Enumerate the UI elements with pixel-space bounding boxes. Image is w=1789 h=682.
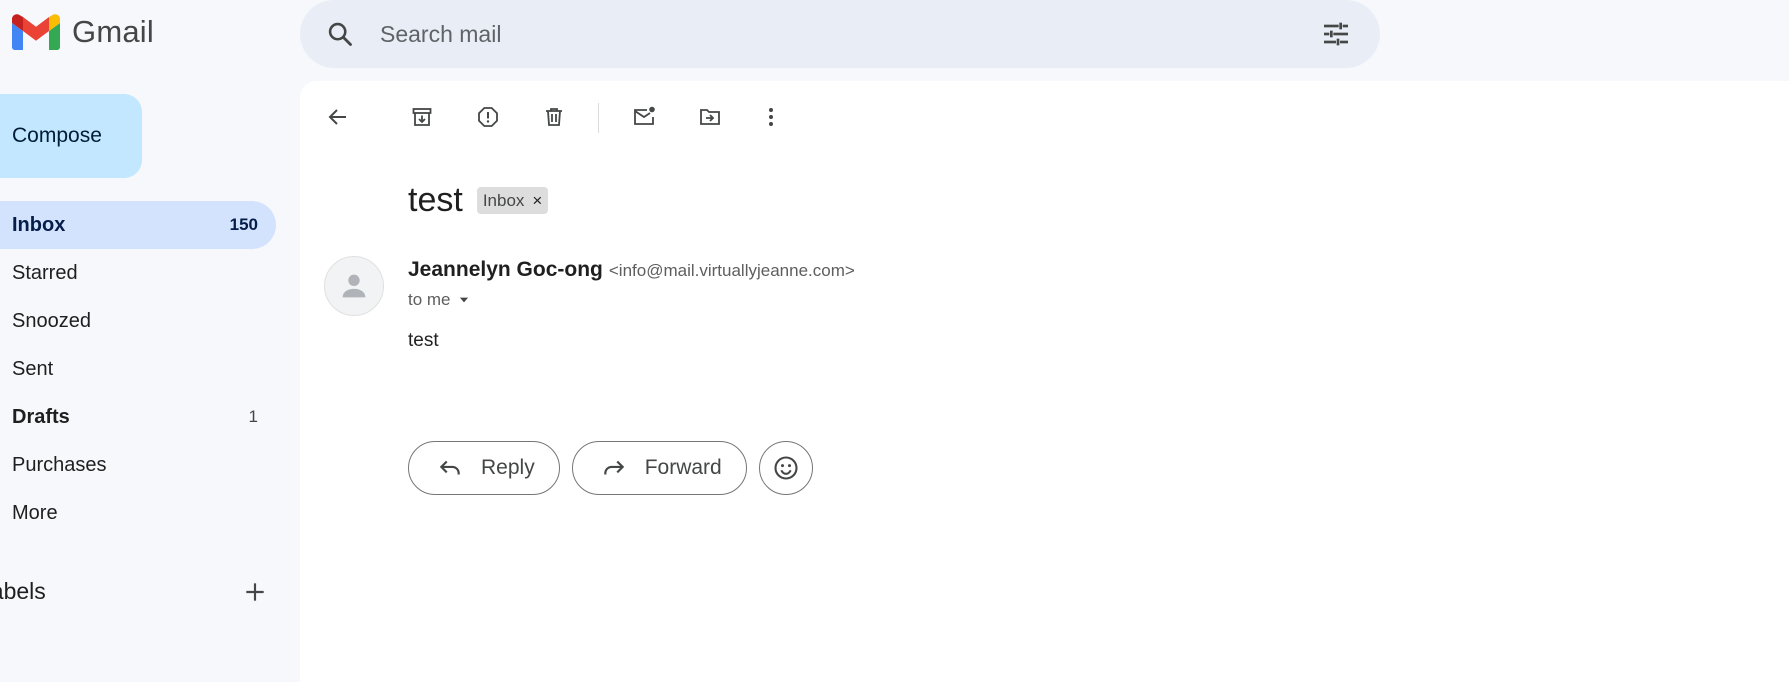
message-toolbar	[300, 81, 1789, 153]
sidebar-item-drafts[interactable]: Drafts 1	[0, 393, 276, 441]
archive-icon	[412, 108, 432, 126]
reply-label: Reply	[481, 456, 535, 479]
subject-row: test Inbox ×	[408, 181, 549, 220]
archive-button[interactable]	[402, 97, 442, 137]
person-icon	[342, 274, 366, 298]
report-spam-button[interactable]	[468, 97, 508, 137]
search-options-icon[interactable]	[1320, 18, 1352, 50]
message-body: test	[408, 330, 439, 351]
search-icon[interactable]	[326, 20, 354, 48]
sidebar-item-snoozed[interactable]: Snoozed	[0, 297, 276, 345]
delete-button[interactable]	[534, 97, 574, 137]
message-actions: Reply Forward	[408, 441, 813, 495]
recipient-details-toggle[interactable]: to me	[408, 290, 471, 310]
move-to-button[interactable]	[690, 97, 730, 137]
compose-button[interactable]: Compose	[0, 94, 142, 178]
message-panel: test Inbox × Jeannelyn Goc-ong <info@mai…	[300, 81, 1789, 682]
emoji-reaction-button[interactable]	[758, 441, 813, 495]
label-chip-inbox[interactable]: Inbox ×	[476, 187, 549, 214]
delete-icon	[546, 108, 562, 126]
sidebar-item-sent[interactable]: Sent	[0, 345, 276, 393]
reply-button[interactable]: Reply	[408, 441, 560, 495]
more-vert-icon	[769, 108, 773, 126]
sidebar-item-purchases[interactable]: Purchases	[0, 441, 276, 489]
sidebar-item-label: Drafts	[12, 405, 70, 428]
sidebar-item-label: Purchases	[12, 453, 107, 476]
forward-icon	[603, 460, 624, 475]
labels-title: Labels	[0, 578, 46, 604]
gmail-app: Gmail Compose Inbox 150 St	[0, 0, 1789, 682]
back-arrow-icon	[328, 109, 346, 125]
report-spam-icon	[478, 107, 498, 127]
drafts-count: 1	[248, 407, 258, 426]
move-to-icon	[700, 109, 720, 125]
sidebar-item-inbox[interactable]: Inbox 150	[0, 201, 276, 249]
forward-button[interactable]: Forward	[571, 441, 747, 495]
sidebar-item-starred[interactable]: Starred	[0, 249, 276, 297]
more-options-button[interactable]	[751, 97, 791, 137]
plus-icon[interactable]	[242, 579, 268, 605]
sender-line: Jeannelyn Goc-ong <info@mail.virtuallyje…	[408, 258, 855, 282]
sender-email: <info@mail.virtuallyjeanne.com>	[608, 261, 855, 280]
sidebar-item-more[interactable]: More	[0, 489, 276, 537]
smiley-icon	[774, 456, 798, 480]
sidebar-item-label: Snoozed	[12, 309, 91, 332]
forward-label: Forward	[644, 456, 722, 479]
toolbar-divider	[598, 103, 599, 133]
message-subject: test	[408, 181, 463, 219]
sidebar-item-label: Sent	[12, 357, 54, 380]
sender-name[interactable]: Jeannelyn Goc-ong	[408, 258, 603, 282]
sidebar-nav: Inbox 150 Starred Snoozed Sent Drafts 1 …	[0, 201, 276, 537]
dropdown-arrow-icon	[459, 297, 468, 303]
recipient-text: to me	[408, 290, 451, 309]
reply-icon	[439, 460, 460, 475]
remove-label-button[interactable]: ×	[532, 191, 542, 211]
sidebar-item-label: Inbox	[12, 213, 66, 236]
sidebar-item-label: More	[12, 501, 58, 524]
search-input[interactable]	[380, 0, 1320, 68]
gmail-logo[interactable]: Gmail	[12, 14, 154, 50]
app-name: Gmail	[72, 14, 154, 49]
search-bar	[300, 0, 1380, 68]
label-chip-text: Inbox	[482, 190, 525, 210]
labels-section-header: Labels	[0, 578, 268, 605]
unread-count: 150	[229, 215, 258, 234]
mark-unread-icon	[634, 106, 655, 125]
sidebar-item-label: Starred	[12, 261, 78, 284]
gmail-m-icon	[12, 14, 60, 50]
compose-label: Compose	[12, 124, 102, 147]
sender-avatar	[324, 256, 384, 316]
back-button[interactable]	[318, 97, 358, 137]
mark-unread-button[interactable]	[624, 97, 664, 137]
